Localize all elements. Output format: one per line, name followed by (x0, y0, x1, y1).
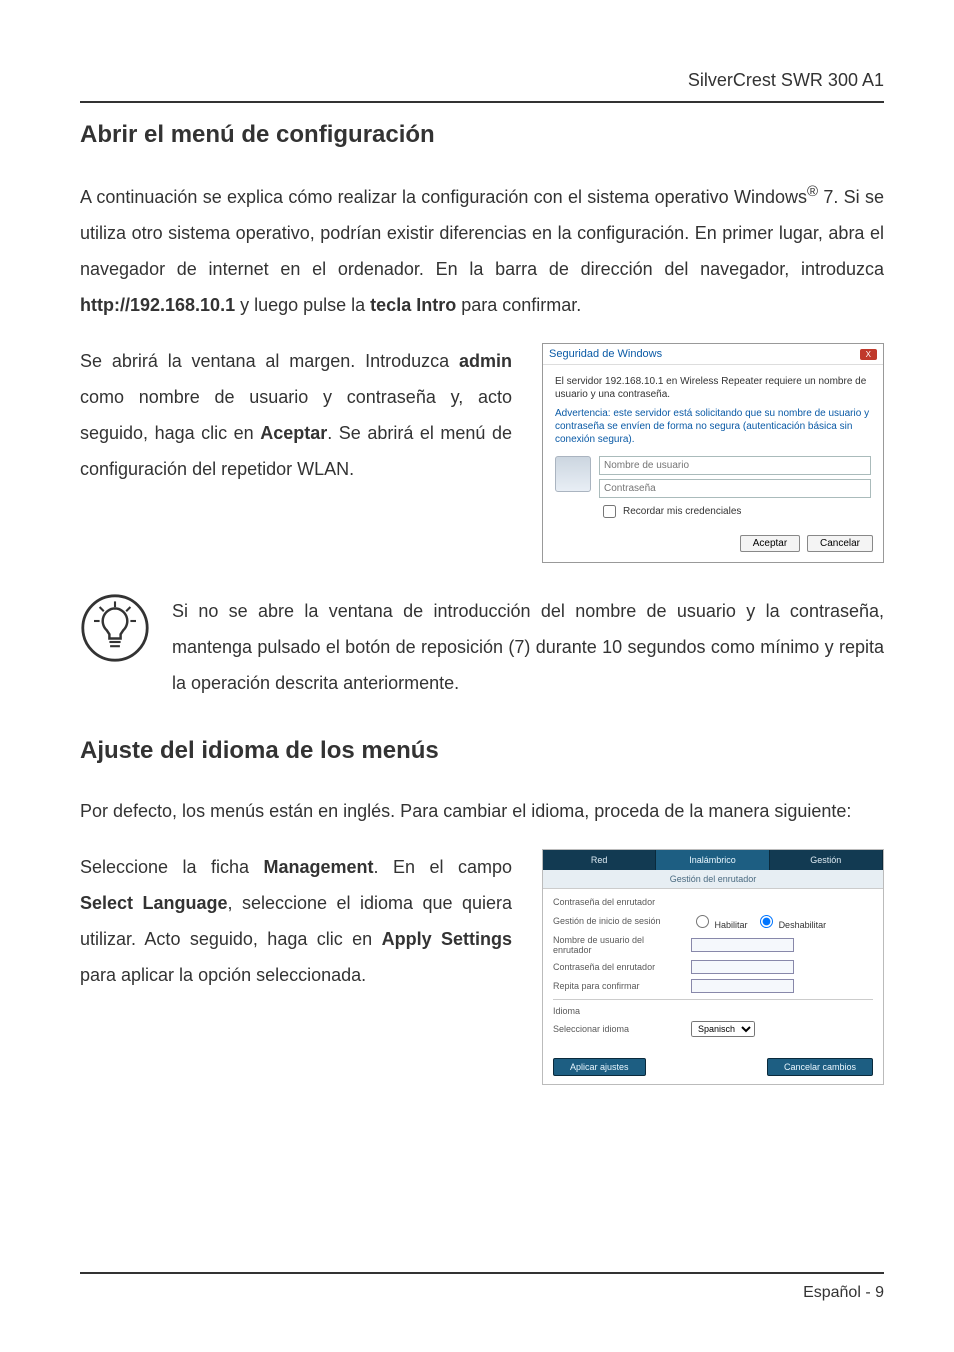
row-username: Nombre de usuario del enrutador (553, 935, 683, 955)
password-field[interactable] (599, 479, 871, 498)
section1-para2: Se abrirá la ventana al margen. Introduz… (80, 343, 512, 487)
s2p2d: para aplicar la opción seleccionada. (80, 965, 366, 985)
apply-settings-button[interactable]: Aplicar ajustes (553, 1058, 646, 1076)
s1p2a: Se abrirá la ventana al margen. Introduz… (80, 351, 459, 371)
router-password-field[interactable] (691, 960, 794, 974)
radio-deshabilitar[interactable] (760, 915, 773, 928)
section1-para1: A continuación se explica cómo realizar … (80, 177, 884, 323)
language-select[interactable]: Spanisch (691, 1021, 755, 1037)
section2-title: Ajuste del idioma de los menús (80, 737, 884, 765)
credential-icon (555, 456, 591, 492)
s1p1a: A continuación se explica cómo realizar … (80, 187, 807, 207)
remember-text: Recordar mis credenciales (623, 506, 741, 517)
intro-key: tecla Intro (370, 295, 456, 315)
row-lang-head: Idioma (553, 1006, 683, 1016)
dialog-warn: Advertencia: este servidor está solicita… (555, 407, 871, 446)
section2-para2: Seleccione la ficha Management. En el ca… (80, 849, 512, 993)
section2-para1: Por defecto, los menús están en inglés. … (80, 793, 884, 829)
top-rule (80, 101, 884, 103)
row-router-pwd: Contraseña del enrutador (553, 962, 683, 972)
apply-text: Apply Settings (382, 929, 512, 949)
s1p1c: y luego pulse la (235, 295, 370, 315)
cancel-changes-button[interactable]: Cancelar cambios (767, 1058, 873, 1076)
radio-deshab-label[interactable]: Deshabilitar (755, 920, 826, 930)
dialog-ok-button[interactable]: Aceptar (740, 535, 800, 552)
router-divider (553, 999, 873, 1000)
tab-gestion[interactable]: Gestión (770, 850, 883, 870)
close-icon[interactable]: X (860, 349, 877, 360)
management-text: Management (264, 857, 374, 877)
tab-inalambrico[interactable]: Inalámbrico (656, 850, 769, 870)
router-username-field[interactable] (691, 938, 794, 952)
router-management-panel: Red Inalámbrico Gestión Gestión del enru… (542, 849, 884, 1085)
admin-text: admin (459, 351, 512, 371)
dialog-cancel-button[interactable]: Cancelar (807, 535, 873, 552)
remember-checkbox-label[interactable]: Recordar mis credenciales (599, 502, 871, 521)
lightbulb-tip-icon (80, 593, 150, 663)
s1p1d: para confirmar. (456, 295, 581, 315)
row-select-lang: Seleccionar idioma (553, 1024, 683, 1034)
reg-mark: ® (807, 183, 818, 200)
aceptar-text: Aceptar (260, 423, 327, 443)
tip-text: Si no se abre la ventana de introducción… (172, 593, 884, 701)
footer-rule (80, 1272, 884, 1274)
s2p2a: Seleccione la ficha (80, 857, 264, 877)
url-text: http://192.168.10.1 (80, 295, 235, 315)
select-lang-text: Select Language (80, 893, 228, 913)
dialog-msg: El servidor 192.168.10.1 en Wireless Rep… (555, 375, 871, 401)
page-footer: Español - 9 (80, 1284, 884, 1302)
dialog-title: Seguridad de Windows (549, 348, 662, 360)
deshab-text: Deshabilitar (779, 920, 827, 930)
remember-checkbox[interactable] (603, 505, 616, 518)
section1-title: Abrir el menú de configuración (80, 121, 884, 149)
username-field[interactable] (599, 456, 871, 475)
hab-text: Habilitar (715, 920, 748, 930)
row-repeat: Repita para confirmar (553, 981, 683, 991)
router-subhead: Gestión del enrutador (543, 870, 883, 889)
row-login-mgmt: Gestión de inicio de sesión (553, 916, 683, 926)
windows-security-dialog: Seguridad de Windows X El servidor 192.1… (542, 343, 884, 563)
radio-habilitar[interactable] (696, 915, 709, 928)
s2p2b: . En el campo (374, 857, 512, 877)
row-pwd-head: Contraseña del enrutador (553, 897, 683, 907)
router-repeat-field[interactable] (691, 979, 794, 993)
radio-hab-label[interactable]: Habilitar (691, 920, 748, 930)
brand-header: SilverCrest SWR 300 A1 (80, 70, 884, 91)
tab-red[interactable]: Red (543, 850, 656, 870)
